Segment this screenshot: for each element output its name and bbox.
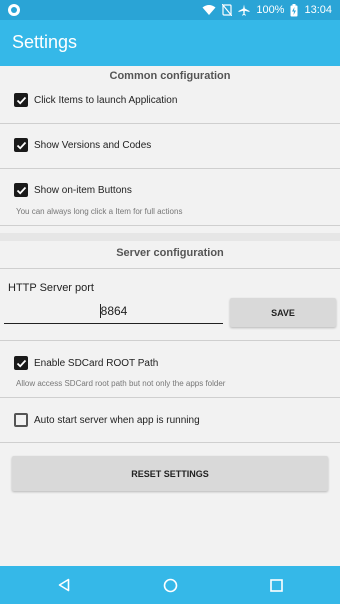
show-versions-setting[interactable]: Show Versions and Codes: [14, 138, 151, 152]
check-icon: [16, 141, 26, 149]
home-button[interactable]: [161, 576, 179, 594]
divider: [0, 397, 340, 398]
sdcard-root-checkbox[interactable]: [14, 356, 28, 370]
divider: [0, 123, 340, 124]
battery-charging-icon: [290, 3, 298, 16]
divider: [0, 168, 340, 169]
home-icon: [163, 578, 177, 592]
auto-start-checkbox[interactable]: [14, 413, 28, 427]
divider: [0, 442, 340, 443]
back-icon: [58, 578, 70, 592]
port-input[interactable]: 8864: [4, 298, 223, 324]
check-icon: [16, 186, 26, 194]
page-title: Settings: [12, 32, 78, 52]
check-icon: [16, 359, 26, 367]
server-config-header: Server configuration: [116, 247, 224, 259]
auto-start-label: Auto start server when app is running: [34, 414, 200, 426]
save-button[interactable]: SAVE: [230, 298, 336, 327]
show-item-buttons-checkbox[interactable]: [14, 183, 28, 197]
navigation-bar: [0, 566, 340, 604]
reset-settings-button[interactable]: RESET SETTINGS: [12, 456, 328, 491]
recents-icon: [269, 578, 283, 592]
show-item-buttons-hint: You can always long click a Item for ful…: [16, 207, 183, 216]
divider: [0, 225, 340, 226]
sdcard-root-hint: Allow access SDCard root path but not on…: [16, 379, 226, 388]
check-icon: [16, 96, 26, 104]
section-separator: [0, 233, 340, 241]
show-item-buttons-label: Show on-item Buttons: [34, 184, 132, 196]
auto-start-setting[interactable]: Auto start server when app is running: [14, 413, 200, 427]
port-value: 8864: [100, 303, 128, 318]
divider: [0, 268, 340, 269]
show-versions-label: Show Versions and Codes: [34, 139, 152, 151]
show-versions-checkbox[interactable]: [14, 138, 28, 152]
sdcard-root-setting[interactable]: Enable SDCard ROOT Path: [14, 356, 158, 370]
app-bar: Settings: [0, 20, 340, 66]
recents-button[interactable]: [267, 576, 285, 594]
app-notification-icon: [8, 4, 20, 16]
sdcard-root-label: Enable SDCard ROOT Path: [34, 357, 159, 369]
click-items-label: Click Items to launch Application: [34, 94, 178, 106]
airplane-mode-icon: [238, 4, 250, 16]
no-sim-icon: [222, 4, 233, 16]
wifi-icon: [202, 5, 216, 15]
clock: 13:04: [304, 4, 332, 16]
battery-percent: 100%: [256, 4, 285, 16]
status-bar: 100% 13:04: [0, 0, 340, 20]
common-config-header: Common configuration: [109, 70, 231, 82]
show-item-buttons-setting[interactable]: Show on-item Buttons: [14, 183, 132, 197]
back-button[interactable]: [55, 576, 73, 594]
click-items-checkbox[interactable]: [14, 93, 28, 107]
click-items-launch-setting[interactable]: Click Items to launch Application: [14, 93, 177, 107]
divider: [0, 340, 340, 341]
port-label: HTTP Server port: [8, 282, 94, 294]
